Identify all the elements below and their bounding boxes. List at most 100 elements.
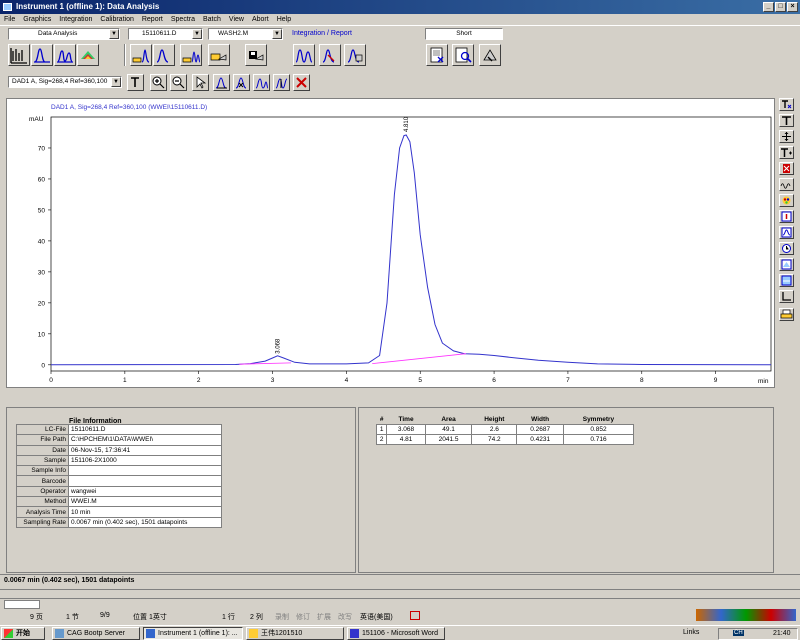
data-file-select[interactable]: 15110611.D ▼: [128, 28, 203, 40]
chevron-down-icon[interactable]: ▼: [109, 29, 119, 39]
text-tool-icon[interactable]: [779, 114, 794, 127]
text-plus-icon[interactable]: [779, 146, 794, 159]
copy-text-icon[interactable]: [779, 98, 794, 111]
axis-icon[interactable]: [779, 290, 794, 303]
menu-integration[interactable]: Integration: [55, 14, 96, 26]
zoom-in-icon[interactable]: [150, 74, 167, 91]
3d-spectrum-icon[interactable]: [77, 44, 99, 66]
save-method-icon[interactable]: [245, 44, 267, 66]
file-info-key: File Path: [16, 434, 69, 446]
preview-report-icon[interactable]: [452, 44, 474, 66]
chevron-down-icon[interactable]: ▼: [272, 29, 282, 39]
menu-spectra[interactable]: Spectra: [167, 14, 199, 26]
plot-frame: [50, 116, 772, 372]
maximize-button[interactable]: □: [775, 2, 786, 12]
links-toolbar[interactable]: Links: [683, 629, 699, 636]
bootp-icon: [55, 629, 64, 638]
y-tick-label: 0: [41, 362, 45, 369]
x-tick-label: 0: [49, 377, 53, 384]
file-info-value: 15110611.D: [68, 423, 222, 436]
integration-events-icon[interactable]: [319, 44, 341, 66]
task-word[interactable]: 151106 - Microsoft Word: [347, 627, 445, 640]
report-style-field[interactable]: Short: [425, 28, 503, 40]
menu-view[interactable]: View: [225, 14, 248, 26]
menu-batch[interactable]: Batch: [199, 14, 225, 26]
load-spectrum-icon[interactable]: [180, 44, 202, 66]
word-status-strip: 9 页 1 节 9/9 位置 1英寸 1 行 2 列 录制 修订 扩展 改写 英…: [0, 589, 800, 625]
ime-indicator[interactable]: CH: [733, 630, 744, 636]
menu-abort[interactable]: Abort: [248, 14, 273, 26]
load-method-icon[interactable]: [208, 44, 230, 66]
color-palette-icon[interactable]: [779, 194, 794, 207]
toolbar-separator: [124, 44, 126, 66]
ruler-icon[interactable]: [779, 226, 794, 239]
cursor-position: 位置 1英寸: [133, 614, 167, 621]
edit-text-icon[interactable]: [127, 74, 144, 91]
y-tick-label: 40: [38, 238, 46, 245]
specify-report-icon[interactable]: [479, 44, 501, 66]
chromatogram-chart[interactable]: DAD1 A, Sig=268,4 Ref=360,100 (WWEI\1511…: [7, 99, 776, 389]
peak-shoulder-icon[interactable]: [273, 74, 290, 91]
split-peak-icon[interactable]: [253, 74, 270, 91]
spellcheck-icon[interactable]: [410, 611, 420, 620]
chevron-down-icon[interactable]: ▼: [111, 77, 121, 87]
file-info-value: [68, 475, 222, 487]
load-signal-icon[interactable]: [130, 44, 152, 66]
record-mode[interactable]: 录制: [275, 612, 289, 622]
page-position: 9/9: [100, 612, 110, 619]
task-folder[interactable]: 王伟1201510: [246, 627, 344, 640]
section-number: 1 节: [66, 614, 79, 621]
view-select[interactable]: Data Analysis ▼: [8, 28, 120, 40]
extend-mode[interactable]: 扩展: [317, 612, 331, 622]
signal-select[interactable]: DAD1 A, Sig=268,4 Ref=360,100 ▼: [8, 76, 122, 88]
spectra-overlay-icon[interactable]: [31, 44, 53, 66]
track-changes-mode[interactable]: 修订: [296, 612, 310, 622]
draw-baseline-icon[interactable]: [213, 74, 230, 91]
peak-area-icon[interactable]: [779, 258, 794, 271]
delete-annotation-icon[interactable]: [779, 162, 794, 175]
x-tick-label: 7: [566, 377, 570, 384]
signal-peaks-icon[interactable]: [54, 44, 76, 66]
app-icon: [3, 3, 12, 11]
peak-cell: 0.2687: [516, 424, 564, 435]
view-buttons[interactable]: [4, 600, 40, 609]
signal-display-icon[interactable]: [153, 44, 175, 66]
menu-calibration[interactable]: Calibration: [96, 14, 137, 26]
peak-marker-icon[interactable]: [779, 210, 794, 223]
menu-report[interactable]: Report: [138, 14, 167, 26]
method-file-select[interactable]: WASH2.M ▼: [208, 28, 283, 40]
task-bootp-server[interactable]: CAG Bootp Server: [52, 627, 140, 640]
move-text-icon[interactable]: [779, 130, 794, 143]
file-info-key: LC-File: [16, 423, 69, 436]
menu-file[interactable]: File: [0, 14, 19, 26]
print-icon[interactable]: [779, 308, 794, 321]
chevron-down-icon[interactable]: ▼: [192, 29, 202, 39]
zoom-out-icon[interactable]: [170, 74, 187, 91]
x-axis-label: min: [758, 378, 769, 385]
integrate-icon[interactable]: [293, 44, 315, 66]
column-header: Time: [398, 416, 414, 423]
close-button[interactable]: ×: [787, 2, 798, 12]
clock-icon[interactable]: [779, 242, 794, 255]
menu-graphics[interactable]: Graphics: [19, 14, 55, 26]
task-instrument[interactable]: Instrument 1 (offline 1): ...: [143, 627, 243, 640]
wave-label-icon[interactable]: [779, 178, 794, 191]
table-row[interactable]: 2 4.81 2041.5 74.2 0.4231 0.716: [375, 434, 635, 445]
x-tick-label: 4: [345, 377, 349, 384]
minimize-button[interactable]: _: [763, 2, 774, 12]
print-report-icon[interactable]: [426, 44, 448, 66]
select-pointer-icon[interactable]: [192, 74, 209, 91]
column-number: 2 列: [250, 614, 263, 621]
report-settings-icon[interactable]: [344, 44, 366, 66]
column-header: Symmetry: [582, 416, 615, 423]
spectrum-icon[interactable]: [779, 274, 794, 287]
start-button[interactable]: 开始: [1, 627, 45, 640]
overtype-mode[interactable]: 改写: [338, 612, 352, 622]
menu-help[interactable]: Help: [273, 14, 295, 26]
delete-peak-icon[interactable]: [233, 74, 250, 91]
chromatogram-icon[interactable]: [8, 44, 30, 66]
table-row[interactable]: 1 3.068 49.1 2.6 0.2687 0.852: [375, 424, 635, 435]
undo-integration-icon[interactable]: [293, 74, 310, 91]
view-select-value: Data Analysis: [38, 30, 78, 37]
method-file-value: WASH2.M: [218, 30, 249, 37]
